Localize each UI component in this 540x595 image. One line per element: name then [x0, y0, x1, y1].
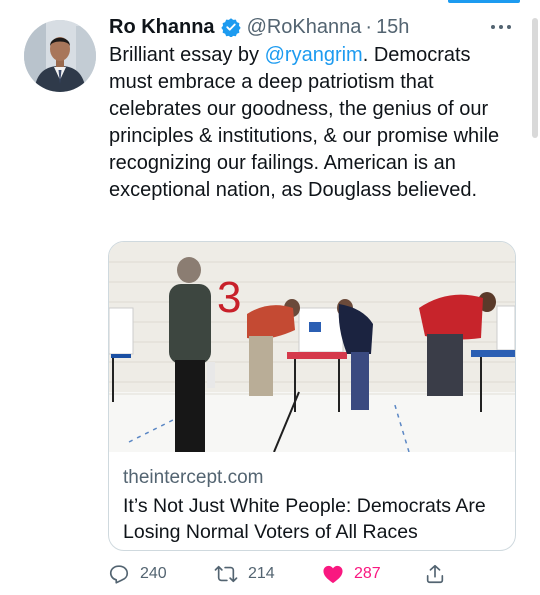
active-tab-indicator: [448, 0, 520, 3]
author-handle[interactable]: @RoKhanna: [247, 16, 362, 39]
tweet-text: Brilliant essay by @ryangrim. Democrats …: [109, 42, 519, 204]
retweet-icon: [214, 565, 238, 583]
card-domain: theintercept.com: [123, 467, 264, 488]
like-button[interactable]: 287: [322, 560, 381, 588]
like-count: 287: [354, 565, 381, 582]
separator-dot: ·: [365, 15, 373, 38]
author-name[interactable]: Ro Khanna: [109, 16, 215, 39]
tweet-header: Ro Khanna @RoKhanna · 15h: [109, 14, 409, 40]
card-meta: theintercept.com It’s Not Just White Peo…: [123, 466, 505, 545]
reply-button[interactable]: 240: [108, 560, 167, 588]
retweet-count: 214: [248, 565, 275, 582]
timestamp[interactable]: 15h: [376, 16, 409, 39]
mention-link[interactable]: @ryangrim: [265, 44, 363, 66]
tweet-text-rest: . Democrats must embrace a deep patrioti…: [109, 44, 500, 201]
share-button[interactable]: [424, 560, 446, 588]
scrollbar-thumb[interactable]: [532, 18, 538, 138]
tweet-actions: 240 214 287: [108, 560, 448, 588]
article-photo: 3: [109, 242, 515, 452]
share-icon: [426, 564, 444, 584]
heart-filled-icon: [323, 565, 343, 584]
avatar-photo: [24, 20, 96, 92]
retweet-button[interactable]: 214: [214, 560, 275, 588]
avatar[interactable]: [24, 20, 96, 92]
more-horizontal-icon[interactable]: [486, 14, 516, 40]
reply-count: 240: [140, 565, 167, 582]
photo-number-3: 3: [217, 273, 241, 322]
tweet-text-start: Brilliant essay by: [109, 44, 265, 66]
verified-badge-icon: [220, 17, 241, 37]
reply-icon: [109, 565, 129, 584]
link-card[interactable]: 3 theintercept.com It’s Not Just White P…: [108, 241, 516, 551]
card-title[interactable]: It’s Not Just White People: Democrats Ar…: [123, 493, 505, 545]
